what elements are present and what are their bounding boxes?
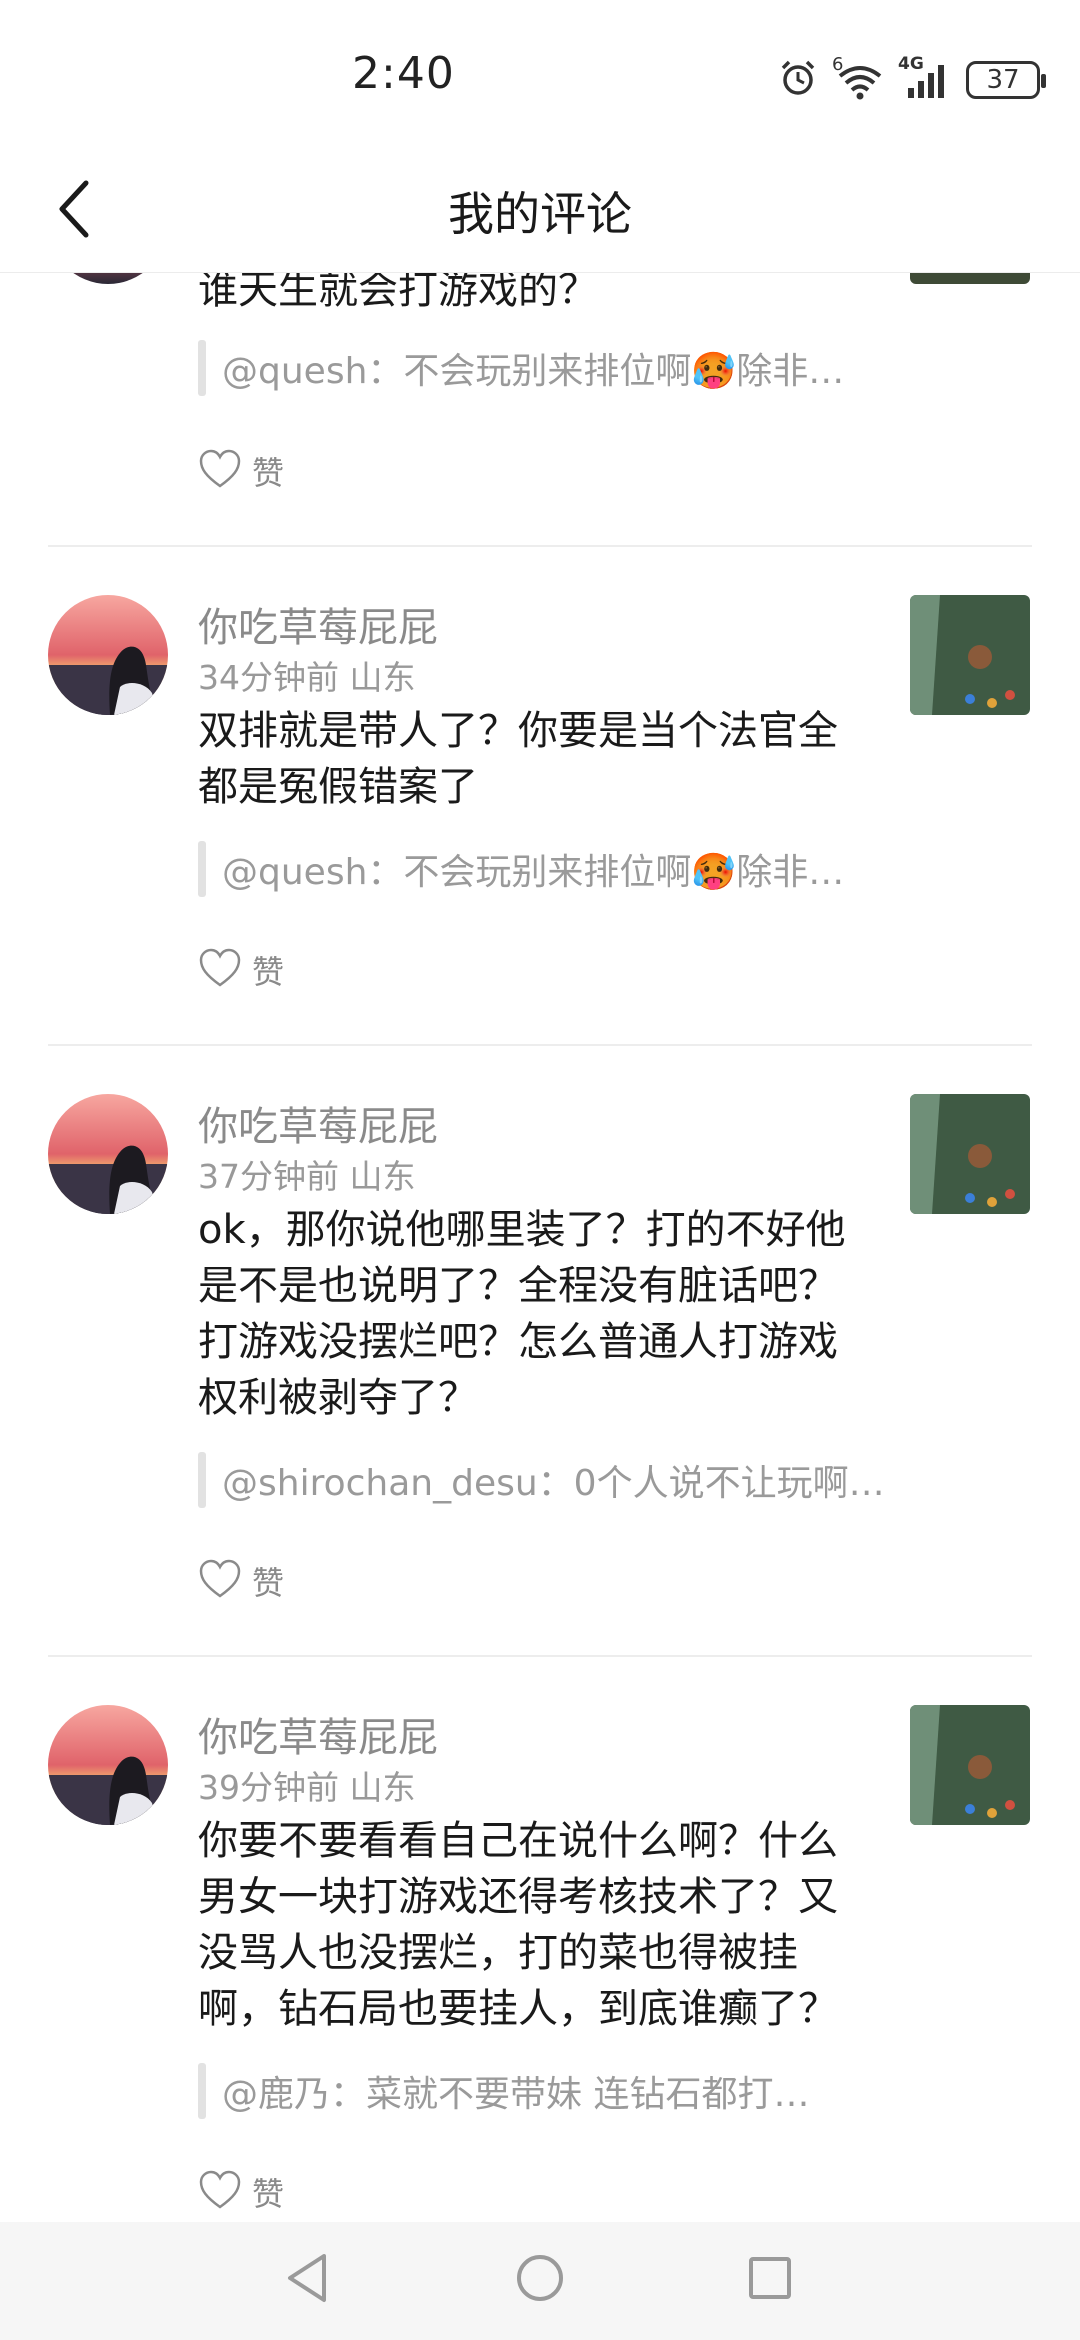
- comment-item[interactable]: 你吃草莓屁屁 34分钟前 山东 双排就是带人了？你要是当个法官全 都是冤假错案了…: [0, 595, 1080, 991]
- status-time: 2:40: [352, 48, 455, 99]
- video-thumbnail[interactable]: [910, 595, 1030, 715]
- comment-list[interactable]: 谁天生就会打游戏的？ @quesh：不会玩别来排位啊🥵除非… 赞 你吃草莓屁屁 …: [0, 272, 1080, 2222]
- signal-4g-icon: 4G: [898, 54, 952, 100]
- avatar[interactable]: [48, 1094, 168, 1214]
- comment-location: 山东: [349, 1157, 416, 1196]
- like-button[interactable]: 赞: [198, 2167, 284, 2217]
- status-icons: 6 4G 37: [778, 54, 1046, 104]
- quoted-comment[interactable]: @quesh：不会玩别来排位啊🥵除非…: [198, 841, 844, 897]
- comment-meta: 37分钟前 山东: [198, 1150, 416, 1198]
- comment-text: 谁天生就会打游戏的？: [198, 272, 598, 313]
- username[interactable]: 你吃草莓屁屁: [198, 595, 438, 653]
- like-label: 赞: [252, 2175, 285, 2213]
- battery-icon: 37: [966, 61, 1046, 99]
- divider: [48, 1044, 1032, 1046]
- wifi-label: 6: [832, 54, 844, 75]
- quoted-comment[interactable]: @鹿乃：菜就不要带妹 连钻石都打…: [198, 2063, 809, 2119]
- quoted-text: @shirochan_desu：0个人说不让玩啊…: [222, 1463, 885, 1504]
- comment-meta: 34分钟前 山东: [198, 651, 416, 699]
- like-label: 赞: [252, 454, 285, 492]
- recents-square-icon[interactable]: [740, 2248, 800, 2308]
- comment-item[interactable]: 你吃草莓屁屁 37分钟前 山东 ok，那你说他哪里装了？打的不好他 是不是也说明…: [0, 1094, 1080, 1634]
- username[interactable]: 你吃草莓屁屁: [198, 1094, 438, 1152]
- wifi-icon: 6: [832, 54, 884, 100]
- comment-location: 山东: [349, 658, 416, 697]
- comment-text: 双排就是带人了？你要是当个法官全 都是冤假错案了: [198, 708, 838, 810]
- alarm-icon: [778, 58, 818, 102]
- comment-item[interactable]: 你吃草莓屁屁 39分钟前 山东 你要不要看看自己在说什么啊？什么 男女一块打游戏…: [0, 1705, 1080, 2222]
- like-button[interactable]: 赞: [198, 945, 284, 995]
- battery-level: 37: [986, 65, 1020, 95]
- comment-text: 你要不要看看自己在说什么啊？什么 男女一块打游戏还得考核技术了？又 没骂人也没摆…: [198, 1818, 838, 2032]
- top-nav-bar: 我的评论: [0, 150, 1080, 273]
- status-bar: 2:40 6 4G 37: [0, 0, 1080, 150]
- comment-text: ok，那你说他哪里装了？打的不好他 是不是也说明了？全程没有脏话吧？ 打游戏没摆…: [198, 1207, 846, 1421]
- system-nav-bar: [0, 2222, 1080, 2340]
- quoted-text: @quesh：不会玩别来排位啊🥵除非…: [222, 351, 845, 392]
- quoted-comment[interactable]: @quesh：不会玩别来排位啊🥵除非…: [198, 340, 844, 396]
- heart-icon: [198, 449, 242, 493]
- page-title: 我的评论: [448, 187, 632, 241]
- quoted-text: @quesh：不会玩别来排位啊🥵除非…: [222, 852, 845, 893]
- username[interactable]: 你吃草莓屁屁: [198, 1705, 438, 1763]
- quoted-text: @鹿乃：菜就不要带妹 连钻石都打…: [222, 2074, 810, 2115]
- comment-location: 山东: [349, 1768, 416, 1807]
- video-thumbnail[interactable]: [910, 1705, 1030, 1825]
- avatar[interactable]: [48, 595, 168, 715]
- heart-icon: [198, 1559, 242, 1603]
- comment-time: 39分钟前: [198, 1768, 339, 1807]
- avatar[interactable]: [48, 272, 168, 284]
- comment-time: 34分钟前: [198, 658, 339, 697]
- heart-icon: [198, 2170, 242, 2214]
- like-label: 赞: [252, 953, 285, 991]
- divider: [48, 545, 1032, 547]
- like-button[interactable]: 赞: [198, 446, 284, 496]
- home-circle-icon[interactable]: [510, 2248, 570, 2308]
- like-label: 赞: [252, 1564, 285, 1602]
- heart-icon: [198, 948, 242, 992]
- video-thumbnail[interactable]: [910, 1094, 1030, 1214]
- back-triangle-icon[interactable]: [278, 2248, 338, 2308]
- comment-time: 37分钟前: [198, 1157, 339, 1196]
- network-label: 4G: [898, 54, 924, 74]
- comment-meta: 39分钟前 山东: [198, 1761, 416, 1809]
- video-thumbnail[interactable]: [910, 272, 1030, 284]
- avatar[interactable]: [48, 1705, 168, 1825]
- divider: [48, 1655, 1032, 1657]
- quoted-comment[interactable]: @shirochan_desu：0个人说不让玩啊…: [198, 1452, 885, 1508]
- like-button[interactable]: 赞: [198, 1556, 284, 1606]
